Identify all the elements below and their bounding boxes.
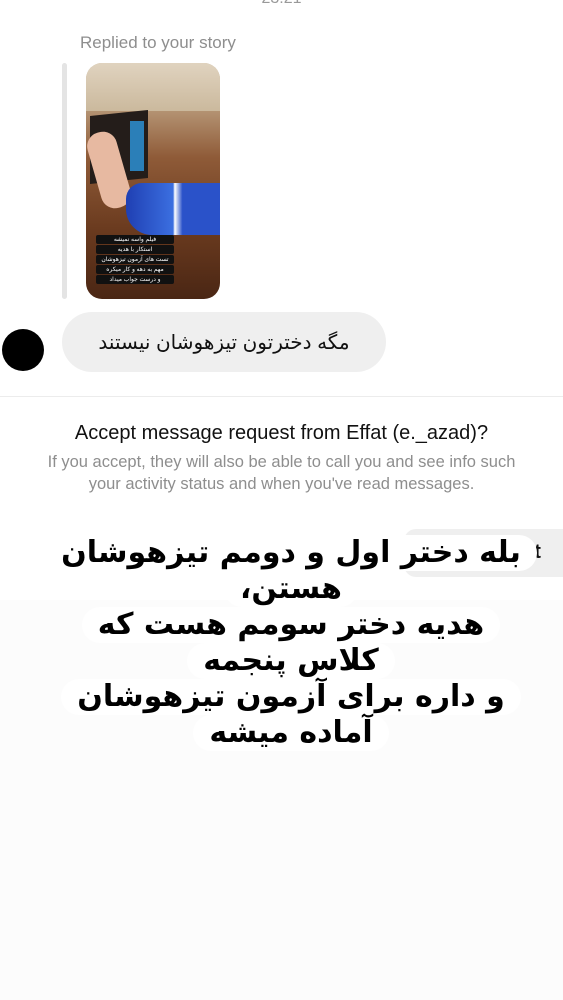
overlay-line: هستن، — [224, 571, 358, 607]
accept-info-line: If you accept, they will also be able to… — [47, 453, 516, 471]
accept-request-info: If you accept, they will also be able to… — [0, 451, 563, 495]
sender-avatar[interactable] — [2, 329, 44, 371]
story-background-cabinet — [86, 63, 220, 111]
message-bubble[interactable]: مگه دخترتون تیزهوشان نیستند — [62, 312, 386, 372]
message-timestamp: 23:21 — [0, 0, 563, 8]
overlay-line: بله دختر اول و دومم تیزهوشان — [45, 535, 537, 571]
story-caption: فیلم واسه نمیشه استکار با هدیه تست های آ… — [96, 235, 174, 284]
overlay-line: و داره برای آزمون تیزهوشان — [61, 679, 521, 715]
replied-to-story-label: Replied to your story — [80, 33, 236, 52]
overlay-line: هدیه دختر سومم هست که — [81, 607, 501, 643]
story-caption-line: تست های آزمون تیزهوشان — [96, 255, 174, 264]
story-caption-line: و درست جواب میداد — [96, 275, 174, 284]
accept-request-title: Accept message request from Effat (e._az… — [74, 422, 489, 444]
story-caption-line: استکار با هدیه — [96, 245, 174, 254]
story-box-stripe — [130, 121, 144, 171]
overlay-line: آماده میشه — [193, 715, 389, 751]
accept-info-line: your activity status and when you've rea… — [88, 475, 475, 493]
divider — [0, 396, 563, 397]
message-text: مگه دخترتون تیزهوشان نیستند — [98, 331, 350, 354]
reply-indicator-bar — [62, 63, 67, 299]
story-thumbnail[interactable]: فیلم واسه نمیشه استکار با هدیه تست های آ… — [86, 63, 220, 299]
story-child-sleeve — [126, 183, 220, 235]
overlay-text-block: بله دختر اول و دومم تیزهوشان هستن، هدیه … — [45, 535, 537, 751]
story-caption-line: مهم به دهه و کار میکره — [96, 265, 174, 274]
story-caption-line: فیلم واسه نمیشه — [96, 235, 174, 244]
overlay-line: کلاس پنجمه — [187, 643, 395, 679]
